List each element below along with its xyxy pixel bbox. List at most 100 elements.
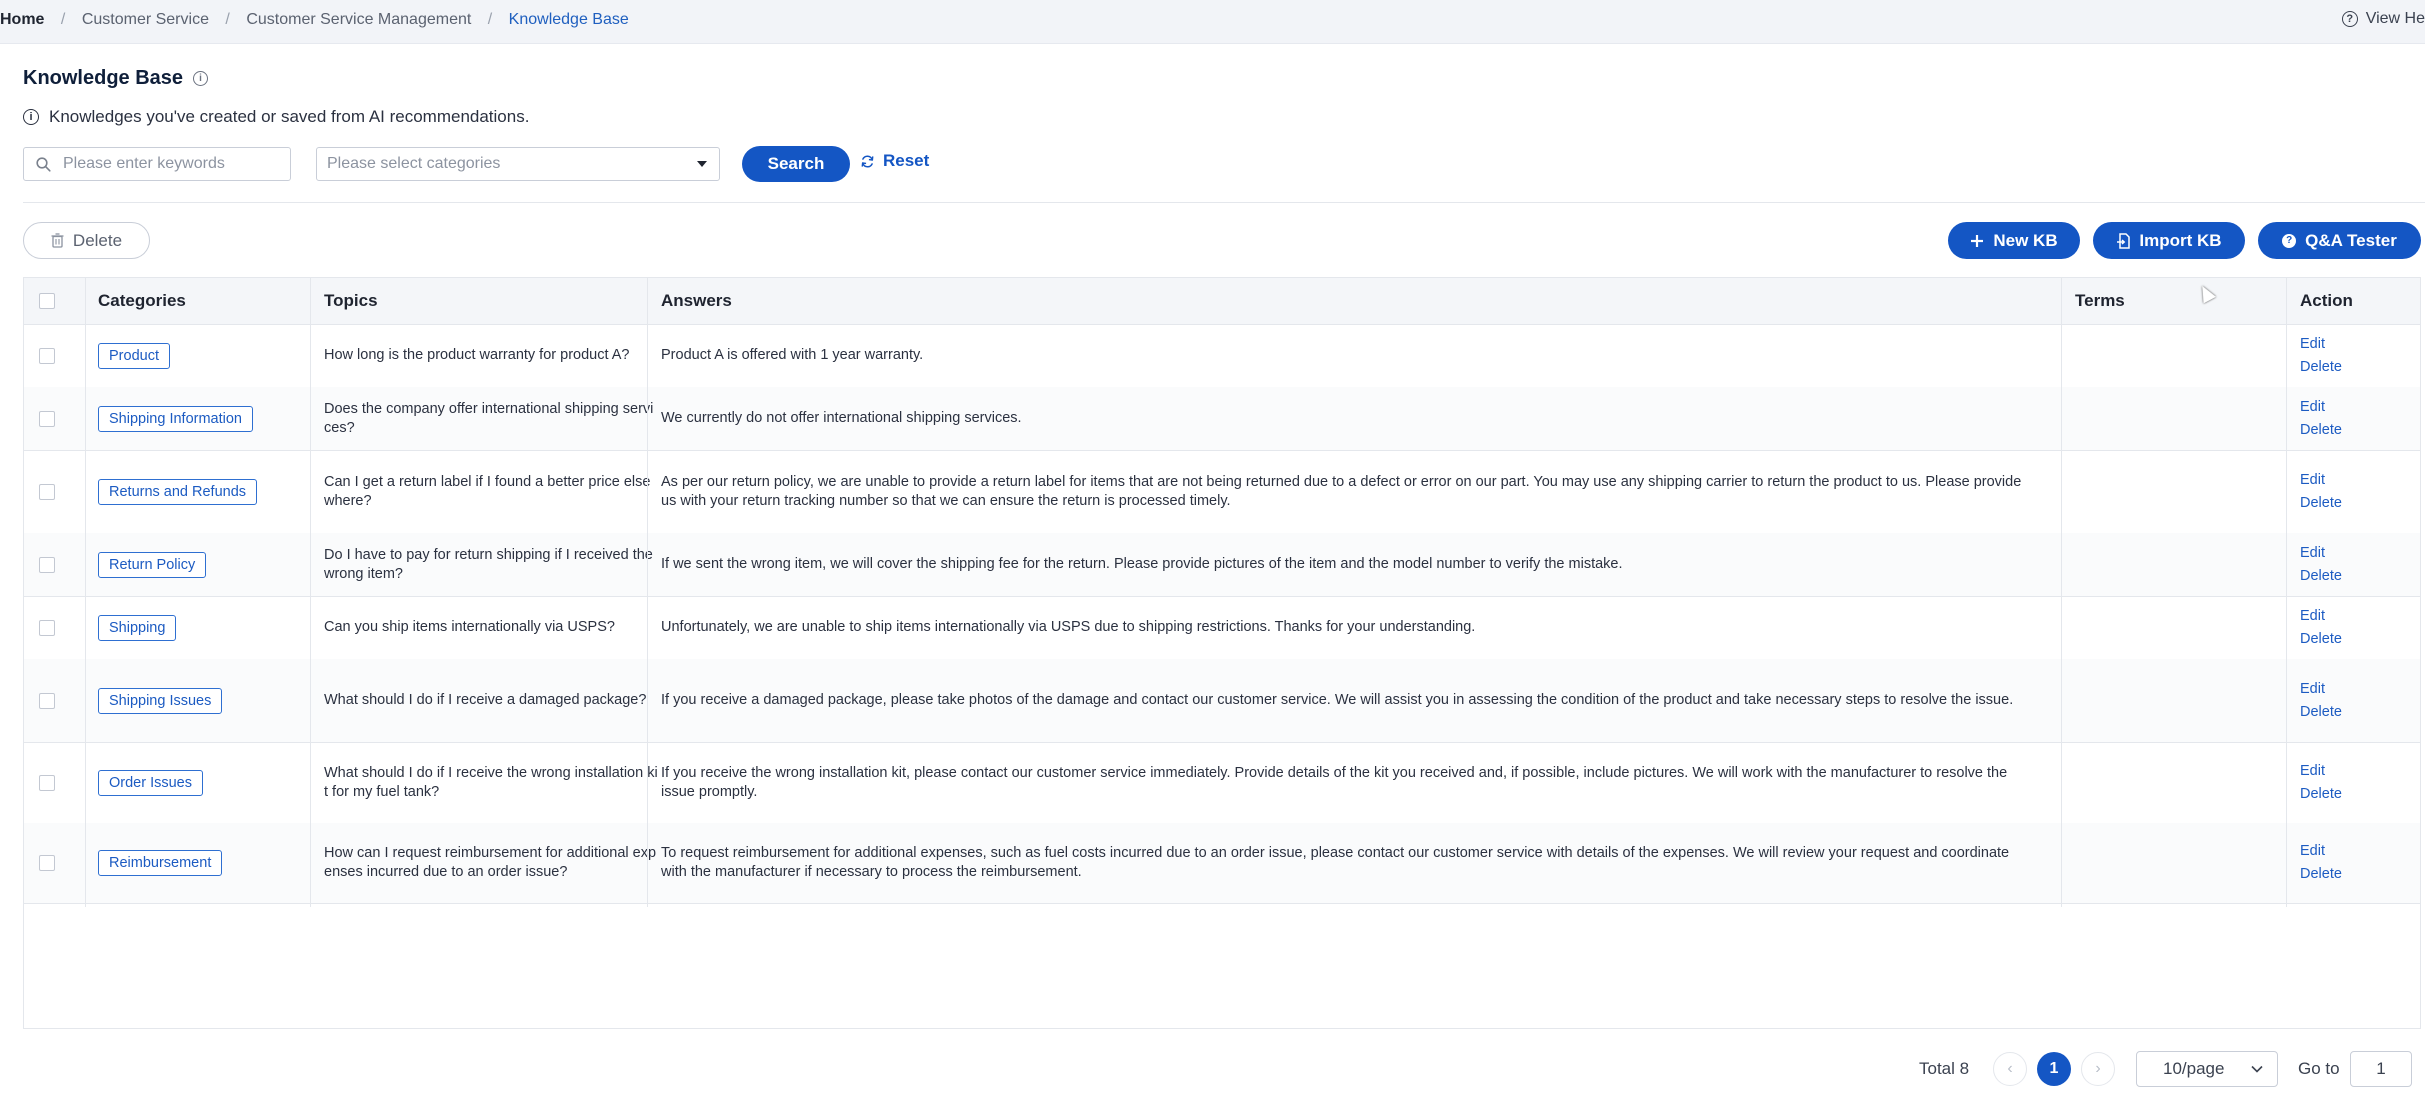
page-size-select[interactable]: 10/page [2136, 1051, 2278, 1087]
category-tag: Reimbursement [98, 850, 223, 876]
action-cell: Edit Delete [2300, 542, 2342, 588]
row-checkbox[interactable] [39, 347, 55, 364]
chevron-down-icon [2251, 1065, 2263, 1073]
action-cell: Edit Delete [2300, 396, 2342, 442]
topic-cell: Can you ship items internationally via U… [324, 619, 615, 635]
category-select[interactable]: Please select categories [316, 147, 720, 181]
answer-cell: As per our return policy, we are unable … [661, 473, 2022, 509]
column-header-topics: Topics [324, 291, 378, 310]
row-checkbox[interactable] [39, 556, 55, 573]
row-checkbox[interactable] [39, 692, 55, 709]
edit-link[interactable]: Edit [2300, 542, 2342, 565]
info-icon[interactable]: i [193, 71, 209, 86]
answer-cell: If we sent the wrong item, we will cover… [661, 556, 1623, 572]
edit-link[interactable]: Edit [2300, 605, 2342, 628]
goto-page-input[interactable]: 1 [2350, 1051, 2412, 1087]
category-tag: Shipping Information [98, 405, 253, 432]
next-page-button[interactable]: › [2081, 1052, 2115, 1086]
breadcrumb-separator: / [60, 11, 66, 28]
new-kb-button[interactable]: New KB [1948, 222, 2080, 259]
plus-icon [1971, 234, 1984, 247]
edit-link[interactable]: Edit [2300, 469, 2342, 492]
prev-page-button[interactable]: ‹ [1993, 1052, 2027, 1086]
import-kb-button[interactable]: Import KB [2093, 222, 2245, 259]
search-button[interactable]: Search [742, 146, 850, 182]
qa-tester-button[interactable]: ? Q&A Tester [2258, 222, 2421, 259]
pagination-total: Total 8 [1919, 1059, 1970, 1078]
breadcrumb-customer-service[interactable]: Customer Service [82, 11, 209, 28]
keyword-input[interactable] [61, 154, 265, 174]
column-header-action: Action [2300, 291, 2353, 310]
delete-link[interactable]: Delete [2300, 628, 2342, 651]
edit-link[interactable]: Edit [2300, 333, 2342, 356]
breadcrumb-separator: / [225, 11, 230, 28]
action-cell: Edit Delete [2300, 760, 2342, 806]
topic-cell: Does the company offer international shi… [324, 400, 654, 436]
keyword-search-field[interactable] [23, 147, 291, 181]
category-tag: Order Issues [98, 769, 203, 796]
category-select-placeholder: Please select categories [327, 155, 501, 172]
answer-cell: Product A is offered with 1 year warrant… [661, 347, 924, 363]
delete-link[interactable]: Delete [2300, 783, 2342, 806]
question-icon: ? [2282, 233, 2297, 248]
delete-link[interactable]: Delete [2300, 492, 2342, 515]
breadcrumb-bar: Home / Customer Service / Customer Servi… [0, 0, 2425, 44]
reset-label: Reset [883, 151, 930, 170]
column-divider [2286, 278, 2287, 907]
answer-cell: To request reimbursement for additional … [661, 845, 2010, 880]
import-file-icon [2117, 232, 2131, 249]
category-tag: Shipping Issues [98, 687, 223, 714]
row-checkbox[interactable] [39, 483, 55, 500]
action-cell: Edit Delete [2300, 469, 2342, 515]
breadcrumb-customer-service-management[interactable]: Customer Service Management [246, 11, 471, 28]
category-tag: Product [98, 342, 170, 369]
edit-link[interactable]: Edit [2300, 396, 2342, 419]
info-icon: i [23, 109, 39, 125]
page-1-button[interactable]: 1 [2037, 1052, 2071, 1086]
bulk-delete-label: Delete [72, 230, 123, 250]
column-divider [647, 278, 648, 907]
column-divider [310, 278, 311, 907]
breadcrumb-home[interactable]: Home [0, 11, 44, 28]
row-checkbox[interactable] [39, 774, 55, 791]
import-kb-label: Import KB [2139, 230, 2222, 250]
new-kb-label: New KB [1993, 230, 2058, 250]
delete-link[interactable]: Delete [2300, 356, 2342, 379]
trash-icon [51, 233, 64, 248]
reset-button[interactable]: Reset [860, 151, 929, 171]
caret-down-icon [697, 161, 707, 167]
edit-link[interactable]: Edit [2300, 678, 2342, 701]
delete-link[interactable]: Delete [2300, 565, 2342, 588]
edit-link[interactable]: Edit [2300, 840, 2342, 863]
page-size-value: 10/page [2163, 1059, 2225, 1078]
topic-cell: How can I request reimbursement for addi… [324, 845, 657, 880]
bulk-delete-button[interactable]: Delete [23, 222, 150, 259]
row-checkbox[interactable] [39, 619, 55, 636]
delete-link[interactable]: Delete [2300, 701, 2342, 724]
page-subtitle: i Knowledges you've created or saved fro… [23, 107, 529, 127]
search-icon [36, 156, 51, 172]
column-divider [2061, 278, 2062, 907]
answer-cell: If you receive a damaged package, please… [661, 692, 2014, 708]
topic-cell: Can I get a return label if I found a be… [324, 473, 651, 509]
column-header-answers: Answers [661, 291, 732, 310]
topic-cell: What should I do if I receive the wrong … [324, 764, 658, 800]
delete-link[interactable]: Delete [2300, 419, 2342, 442]
row-checkbox[interactable] [39, 855, 55, 871]
category-tag: Returns and Refunds [98, 478, 258, 505]
select-all-checkbox[interactable] [39, 293, 55, 309]
column-divider [85, 278, 86, 907]
topic-cell: How long is the product warranty for pro… [324, 347, 630, 363]
page-title: Knowledge Base i [23, 67, 209, 90]
delete-link[interactable]: Delete [2300, 863, 2342, 886]
page-title-text: Knowledge Base [23, 67, 184, 89]
breadcrumb-current: Knowledge Base [508, 11, 629, 28]
column-header-terms: Terms [2075, 291, 2125, 310]
category-tag: Shipping [98, 614, 177, 641]
answer-cell: Unfortunately, we are unable to ship ite… [661, 619, 1476, 635]
help-icon: ? [2341, 11, 2358, 27]
edit-link[interactable]: Edit [2300, 760, 2342, 783]
view-help-link[interactable]: ? View He [2341, 10, 2425, 28]
breadcrumb: Home / Customer Service / Customer Servi… [0, 11, 629, 29]
row-checkbox[interactable] [39, 410, 55, 427]
